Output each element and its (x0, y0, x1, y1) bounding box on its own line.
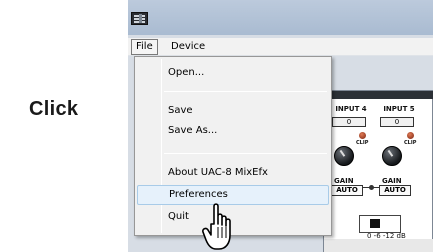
menu-bar: File Device (128, 38, 433, 56)
instruction-label: Click (29, 98, 79, 120)
menu-item-save[interactable]: Save (137, 101, 329, 121)
menu-item-open[interactable]: Open... (137, 63, 329, 83)
gain-label: GAIN (334, 177, 354, 185)
clip-label: CLIP (404, 140, 417, 146)
mixer-header-strip (324, 91, 433, 99)
channel-name: INPUT 4 (335, 105, 367, 113)
mixer-panel: INPUT 4 0 CLIP GAIN AUTO INPUT 5 0 CLIP … (323, 90, 433, 252)
app-icon[interactable] (131, 12, 148, 25)
clip-led-icon (407, 132, 414, 139)
mixer-bottom-strip (324, 239, 433, 252)
auto-button[interactable]: AUTO (331, 185, 363, 196)
channel-value-display: 0 (380, 117, 414, 127)
level-switch-handle[interactable] (370, 219, 380, 228)
channel-value-display: 0 (332, 117, 366, 127)
gain-knob[interactable] (334, 146, 354, 166)
clip-led-icon (359, 132, 366, 139)
clip-label: CLIP (356, 140, 369, 146)
gain-label: GAIN (382, 177, 402, 185)
menu-item-save-as[interactable]: Save As... (137, 121, 329, 141)
channel-name: INPUT 5 (383, 105, 415, 113)
menu-item-about[interactable]: About UAC-8 MixEfx (137, 163, 329, 183)
level-switch[interactable] (359, 215, 401, 233)
menu-separator (164, 153, 327, 154)
gain-knob[interactable] (382, 146, 402, 166)
menu-file[interactable]: File (131, 39, 158, 55)
menu-separator (164, 91, 327, 92)
channel-link-dot[interactable] (369, 185, 374, 190)
auto-button[interactable]: AUTO (379, 185, 411, 196)
hand-pointer-icon (202, 203, 231, 250)
menu-device[interactable]: Device (166, 39, 210, 55)
title-bar[interactable] (128, 0, 433, 35)
